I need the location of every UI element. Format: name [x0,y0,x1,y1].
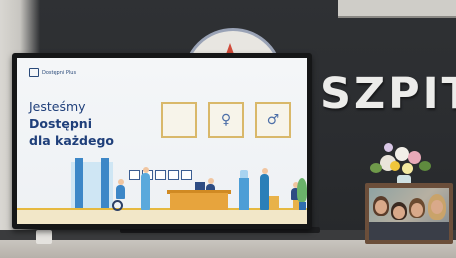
person-face [375,200,387,214]
screen-brand: Dostępni Plus [29,68,76,77]
waiting-chair [269,196,279,210]
info-board-cell [168,170,179,180]
info-board-cell [181,170,192,180]
headline-line-2: Dostępni [29,116,92,131]
illustration-plant [297,178,307,210]
picture-frame-3: ♂ [255,102,291,138]
reception-desk [170,193,228,210]
picture-frame-1 [161,102,197,138]
plant-pot [299,202,306,210]
headline-line-1: Jesteśmy [29,99,86,114]
plant-leaves [297,178,307,202]
flower-leaves [370,163,382,173]
wheelchair-user [116,185,125,199]
info-board-cell [129,170,140,180]
info-board-cell [155,170,166,180]
person-face [393,206,405,219]
wall-frame-top [338,0,456,18]
screen-headline: Jesteśmy Dostępni dla każdego [29,98,149,149]
tv-screen: Dostępni Plus Jesteśmy Dostępni dla każd… [17,58,307,224]
pregnant-woman-icon: ♀ [220,112,232,128]
brand-logo-icon [29,68,39,77]
wheelchair-icon [112,200,123,211]
reception-monitor [195,182,205,190]
flower-lilac [384,143,393,152]
illustration-floor [17,210,307,224]
doctor [260,174,269,210]
illustration-info-board [129,170,197,180]
flower-cream [402,163,413,174]
flower-white [395,147,409,161]
staff-member [141,173,150,210]
person-face [411,203,423,217]
family-photo [369,188,449,240]
elderly-person-icon: ♂ [266,112,280,128]
flower-leaves [419,161,431,171]
picture-frame-2: ♀ [208,102,244,138]
flower-pink [408,151,421,164]
illustration-pillar-left [75,158,83,210]
water-cooler [239,178,249,210]
headline-line-3: dla każdego [29,133,115,148]
photo-clothing [369,222,449,240]
illustration-pillar-right [101,158,109,210]
person-face [431,200,443,214]
small-device [36,230,52,244]
flower-yellow [390,161,400,171]
wall-sign-text: SZPIT [320,69,456,119]
brand-label: Dostępni Plus [42,69,77,76]
